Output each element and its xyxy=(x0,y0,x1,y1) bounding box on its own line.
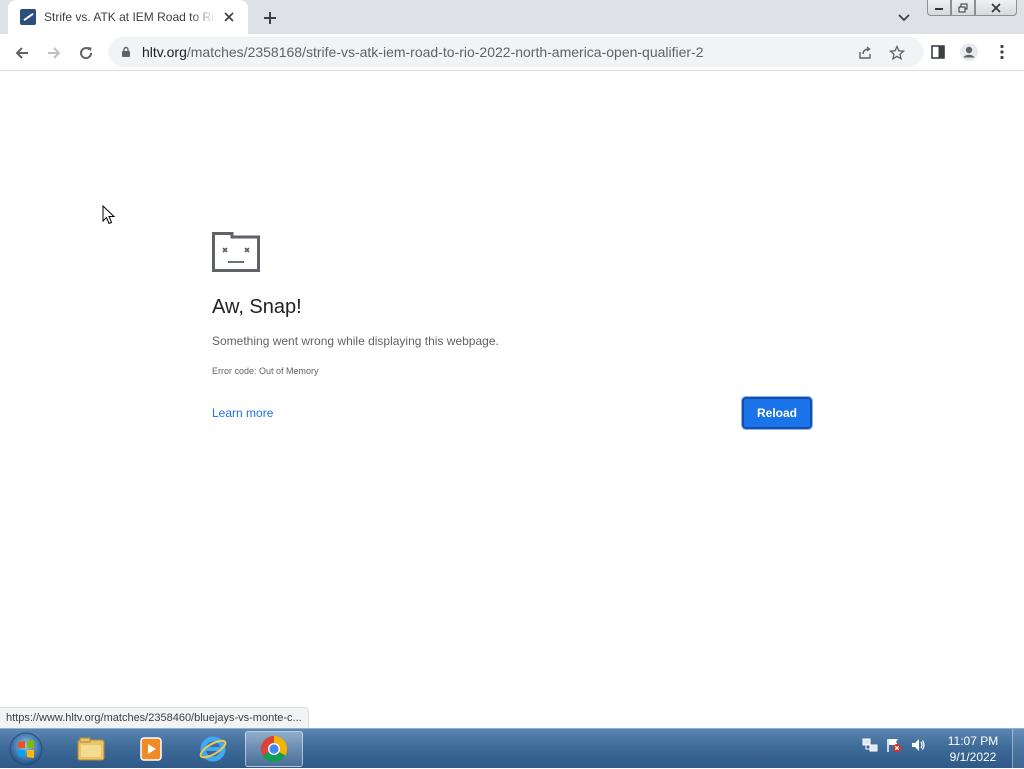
arrow-left-icon xyxy=(15,47,28,59)
internet-explorer-icon xyxy=(199,736,227,762)
bookmark-star-icon[interactable] xyxy=(888,44,906,62)
file-explorer-icon xyxy=(77,737,105,761)
arrow-right-icon xyxy=(48,47,61,59)
status-url: https://www.hltv.org/matches/2358460/blu… xyxy=(6,712,302,724)
taskbar-chrome[interactable] xyxy=(245,731,303,767)
reload-icon xyxy=(80,47,93,60)
windows-start-button[interactable] xyxy=(6,731,46,767)
restore-icon[interactable] xyxy=(951,0,975,16)
back-button[interactable] xyxy=(9,40,35,66)
forward-button[interactable] xyxy=(41,40,67,66)
taskbar-file-explorer[interactable] xyxy=(62,731,120,767)
action-center-flag-icon[interactable] xyxy=(886,737,902,753)
network-icon[interactable] xyxy=(862,737,878,753)
tab-close-icon[interactable] xyxy=(220,8,238,26)
page-content: Aw, Snap! Something went wrong while dis… xyxy=(0,72,1024,728)
tab-strip: Strife vs. ATK at IEM Road to Rio 2022 N… xyxy=(0,0,1024,34)
url-text[interactable]: hltv.org/matches/2358168/strife-vs-atk-i… xyxy=(142,44,704,60)
show-desktop-button[interactable] xyxy=(1012,729,1024,769)
mouse-cursor-icon xyxy=(102,205,116,225)
side-panel-icon[interactable] xyxy=(928,42,948,62)
chrome-icon xyxy=(260,735,288,763)
status-bubble: https://www.hltv.org/matches/2358460/blu… xyxy=(0,707,309,728)
profile-icon[interactable] xyxy=(959,42,979,62)
error-code: Error code: Out of Memory xyxy=(212,366,319,376)
lock-icon xyxy=(122,46,130,57)
browser-toolbar: hltv.org/matches/2358168/strife-vs-atk-i… xyxy=(0,34,1024,71)
system-tray xyxy=(862,737,926,753)
learn-more-link[interactable]: Learn more xyxy=(212,406,273,420)
kebab-menu-icon[interactable] xyxy=(992,42,1012,62)
sad-folder-icon xyxy=(212,232,260,272)
share-icon[interactable] xyxy=(856,44,874,62)
window-controls xyxy=(927,0,1017,18)
taskbar-internet-explorer[interactable] xyxy=(184,731,242,767)
reload-button[interactable]: Reload xyxy=(742,397,812,429)
taskbar-clock[interactable]: 11:07 PM 9/1/2022 xyxy=(940,733,1006,765)
tab-active[interactable]: Strife vs. ATK at IEM Road to Rio 2022 N… xyxy=(8,0,248,34)
clock-date: 9/1/2022 xyxy=(949,750,997,764)
tab-search-chevron-down-icon[interactable] xyxy=(894,8,914,28)
taskbar: 11:07 PM 9/1/2022 xyxy=(0,728,1024,769)
tab-title: Strife vs. ATK at IEM Road to Rio 2022 N… xyxy=(44,10,216,24)
media-player-icon xyxy=(140,737,162,761)
hltv-favicon-icon xyxy=(20,9,36,25)
error-description: Something went wrong while displaying th… xyxy=(212,334,499,348)
error-title: Aw, Snap! xyxy=(212,296,302,318)
window-close-icon[interactable] xyxy=(975,0,1017,16)
reload-page-button[interactable] xyxy=(73,40,99,66)
windows-start-icon xyxy=(9,732,43,766)
minimize-icon[interactable] xyxy=(927,0,951,16)
taskbar-media-player[interactable] xyxy=(122,731,180,767)
clock-time: 11:07 PM xyxy=(947,734,999,748)
address-bar[interactable]: hltv.org/matches/2358168/strife-vs-atk-i… xyxy=(108,37,924,67)
new-tab-button[interactable] xyxy=(258,6,282,30)
volume-icon[interactable] xyxy=(910,737,926,753)
